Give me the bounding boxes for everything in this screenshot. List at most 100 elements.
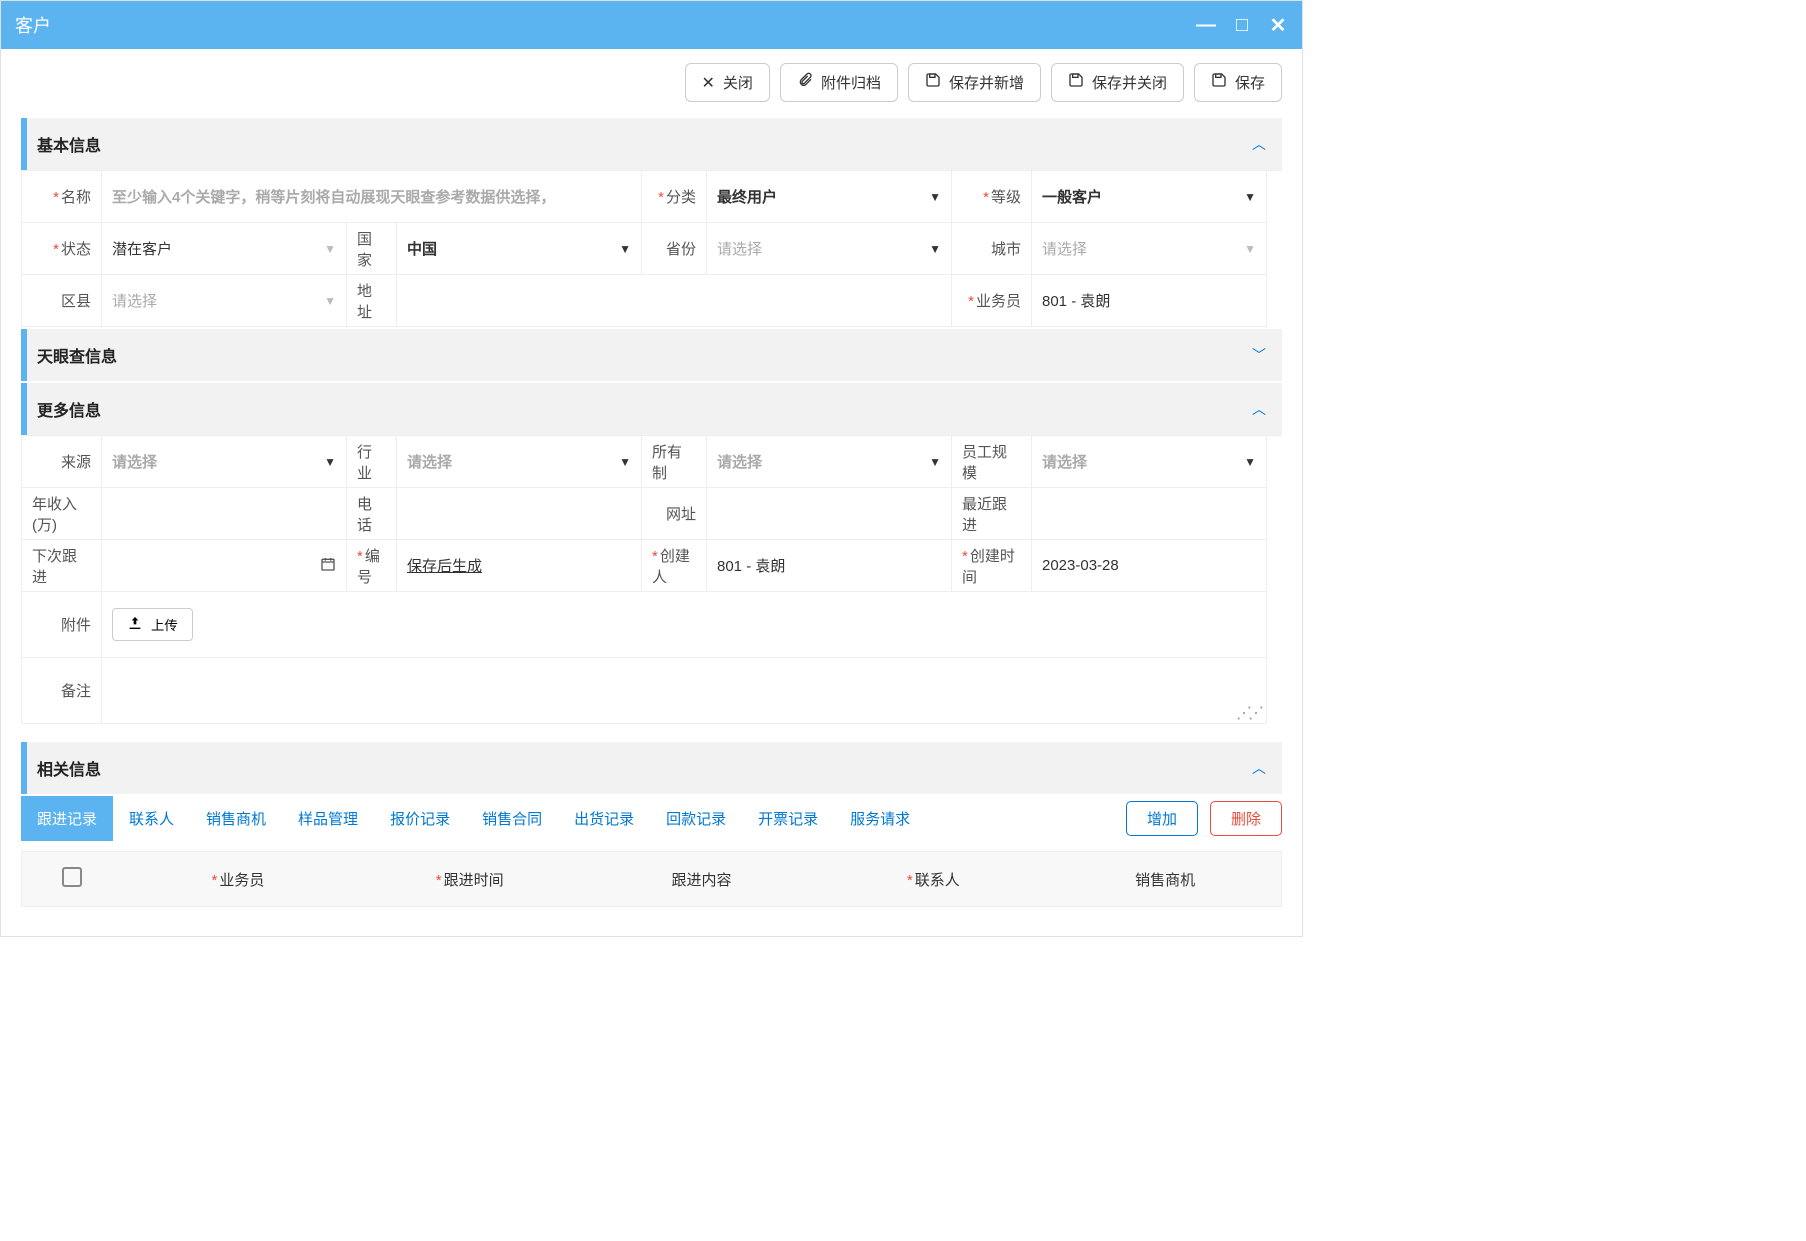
label-website: 网址 bbox=[642, 488, 707, 540]
delete-button[interactable]: 删除 bbox=[1210, 801, 1282, 836]
input-creator: 801 - 袁朗 bbox=[707, 540, 952, 592]
tab-opportunity[interactable]: 销售商机 bbox=[190, 796, 282, 841]
tab-actions: 增加 删除 bbox=[1126, 801, 1282, 836]
label-district: 区县 bbox=[22, 275, 102, 327]
upload-icon bbox=[127, 615, 143, 634]
close-icon[interactable]: ✕ bbox=[1268, 13, 1288, 38]
caret-down-icon: ▼ bbox=[619, 242, 631, 256]
input-salesperson[interactable]: 801 - 袁朗 bbox=[1032, 275, 1267, 327]
tab-sample[interactable]: 样品管理 bbox=[282, 796, 374, 841]
input-address[interactable] bbox=[397, 275, 952, 327]
label-attachment: 附件 bbox=[22, 592, 102, 658]
upload-button[interactable]: 上传 bbox=[112, 608, 193, 641]
label-annual-income: 年收入(万) bbox=[22, 488, 102, 540]
table-header: 业务员 跟进时间 跟进内容 联系人 销售商机 bbox=[22, 852, 1281, 906]
th-salesperson: 业务员 bbox=[122, 869, 354, 890]
label-creator: 创建人 bbox=[642, 540, 707, 592]
section-basic-title: 基本信息 bbox=[37, 132, 101, 156]
label-salesperson: 业务员 bbox=[952, 275, 1032, 327]
select-ownership[interactable]: 请选择 ▼ bbox=[707, 436, 952, 488]
select-country[interactable]: 中国 ▼ bbox=[397, 223, 642, 275]
input-phone[interactable] bbox=[397, 488, 642, 540]
th-followup-time: 跟进时间 bbox=[354, 869, 586, 890]
select-district[interactable]: 请选择 ▼ bbox=[102, 275, 347, 327]
select-city[interactable]: 请选择 ▼ bbox=[1032, 223, 1267, 275]
attach-button-label: 附件归档 bbox=[821, 72, 881, 93]
label-source: 来源 bbox=[22, 436, 102, 488]
save-icon bbox=[1211, 72, 1227, 93]
input-last-followup[interactable] bbox=[1032, 488, 1267, 540]
tab-payment[interactable]: 回款记录 bbox=[650, 796, 742, 841]
tabs-row: 跟进记录 联系人 销售商机 样品管理 报价记录 销售合同 出货记录 回款记录 开… bbox=[21, 796, 1282, 841]
save-new-button[interactable]: 保存并新增 bbox=[908, 63, 1041, 102]
label-address: 地址 bbox=[347, 275, 397, 327]
caret-down-icon: ▼ bbox=[1244, 190, 1256, 204]
save-icon bbox=[1068, 72, 1084, 93]
th-opportunity: 销售商机 bbox=[1049, 869, 1281, 890]
tab-quote[interactable]: 报价记录 bbox=[374, 796, 466, 841]
section-basic-header[interactable]: 基本信息 ︿ bbox=[21, 118, 1282, 170]
tab-shipment[interactable]: 出货记录 bbox=[558, 796, 650, 841]
input-next-followup[interactable] bbox=[102, 540, 347, 592]
input-remark[interactable]: ⋰⋰ bbox=[102, 658, 1267, 724]
tab-service[interactable]: 服务请求 bbox=[834, 796, 926, 841]
upload-label: 上传 bbox=[151, 615, 178, 634]
input-attachment: 上传 bbox=[102, 592, 1267, 658]
chevron-up-icon: ︿ bbox=[1252, 758, 1266, 778]
tab-followup[interactable]: 跟进记录 bbox=[21, 796, 113, 841]
save-button-label: 保存 bbox=[1235, 72, 1265, 93]
label-country: 国家 bbox=[347, 223, 397, 275]
tab-contract[interactable]: 销售合同 bbox=[466, 796, 558, 841]
select-level[interactable]: 一般客户 ▼ bbox=[1032, 171, 1267, 223]
caret-down-icon: ▼ bbox=[929, 242, 941, 256]
select-all-checkbox[interactable] bbox=[62, 867, 82, 887]
add-button[interactable]: 增加 bbox=[1126, 801, 1198, 836]
more-form: 来源 请选择 ▼ 行业 请选择 ▼ 所有制 请选择 ▼ 员工规模 请选择 ▼ 年… bbox=[21, 435, 1282, 724]
save-new-button-label: 保存并新增 bbox=[949, 72, 1024, 93]
maximize-icon[interactable]: □ bbox=[1232, 14, 1252, 37]
tab-invoice[interactable]: 开票记录 bbox=[742, 796, 834, 841]
th-contact: 联系人 bbox=[817, 869, 1049, 890]
input-name[interactable]: 至少输入4个关键字，稍等片刻将自动展现天眼查参考数据供选择， bbox=[102, 171, 642, 223]
chevron-up-icon: ︿ bbox=[1252, 134, 1266, 154]
label-ownership: 所有制 bbox=[642, 436, 707, 488]
input-website[interactable] bbox=[707, 488, 952, 540]
close-button[interactable]: ✕ 关闭 bbox=[685, 63, 770, 102]
select-source[interactable]: 请选择 ▼ bbox=[102, 436, 347, 488]
label-status: 状态 bbox=[22, 223, 102, 275]
input-create-time: 2023-03-28 bbox=[1032, 540, 1267, 592]
caret-down-icon: ▼ bbox=[1244, 242, 1256, 256]
save-button[interactable]: 保存 bbox=[1194, 63, 1282, 102]
resize-handle-icon[interactable]: ⋰⋰ bbox=[1236, 709, 1260, 719]
label-name: 名称 bbox=[22, 171, 102, 223]
section-related-header[interactable]: 相关信息 ︿ bbox=[21, 742, 1282, 794]
section-more-header[interactable]: 更多信息 ︿ bbox=[21, 383, 1282, 435]
close-button-label: 关闭 bbox=[723, 72, 753, 93]
th-checkbox bbox=[22, 867, 122, 891]
content-scroll[interactable]: 基本信息 ︿ 名称 至少输入4个关键字，稍等片刻将自动展现天眼查参考数据供选择，… bbox=[1, 116, 1302, 936]
select-category[interactable]: 最终用户 ▼ bbox=[707, 171, 952, 223]
label-industry: 行业 bbox=[347, 436, 397, 488]
attach-button[interactable]: 附件归档 bbox=[780, 63, 898, 102]
label-phone: 电话 bbox=[347, 488, 397, 540]
section-tianyan-header[interactable]: 天眼查信息 ﹀ bbox=[21, 329, 1282, 381]
label-remark: 备注 bbox=[22, 658, 102, 724]
select-status[interactable]: 潜在客户 ▼ bbox=[102, 223, 347, 275]
followup-table: 业务员 跟进时间 跟进内容 联系人 销售商机 bbox=[21, 851, 1282, 907]
save-close-button[interactable]: 保存并关闭 bbox=[1051, 63, 1184, 102]
tabs: 跟进记录 联系人 销售商机 样品管理 报价记录 销售合同 出货记录 回款记录 开… bbox=[21, 796, 926, 841]
chevron-down-icon: ﹀ bbox=[1252, 345, 1266, 365]
tab-contact[interactable]: 联系人 bbox=[113, 796, 190, 841]
calendar-icon bbox=[320, 556, 336, 576]
label-province: 省份 bbox=[642, 223, 707, 275]
section-related-title: 相关信息 bbox=[37, 756, 101, 780]
window-controls: — □ ✕ bbox=[1196, 13, 1288, 38]
select-staff-size[interactable]: 请选择 ▼ bbox=[1032, 436, 1267, 488]
select-industry[interactable]: 请选择 ▼ bbox=[397, 436, 642, 488]
titlebar: 客户 — □ ✕ bbox=[1, 1, 1302, 49]
chevron-up-icon: ︿ bbox=[1252, 399, 1266, 419]
input-annual-income[interactable] bbox=[102, 488, 347, 540]
select-province[interactable]: 请选择 ▼ bbox=[707, 223, 952, 275]
minimize-icon[interactable]: — bbox=[1196, 14, 1216, 37]
caret-down-icon: ▼ bbox=[929, 190, 941, 204]
